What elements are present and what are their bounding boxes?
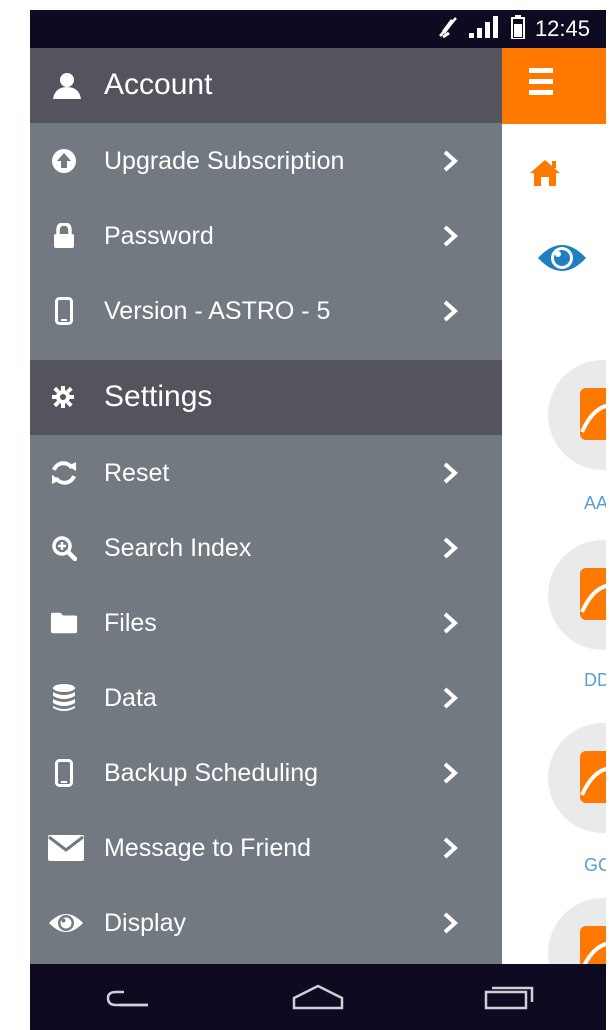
user-icon xyxy=(52,72,82,105)
section-title: Account xyxy=(104,68,213,101)
folder-icon xyxy=(50,609,78,637)
section-header-account: Account xyxy=(30,48,502,123)
menu-item-label: Files xyxy=(104,609,157,637)
menu-item-files[interactable]: Files xyxy=(30,585,502,660)
phone-screen: 12:45 AA DD GC Account Upgrade Subscript… xyxy=(30,10,606,1030)
battery-icon xyxy=(510,14,525,44)
menu-item-password[interactable]: Password xyxy=(30,198,502,273)
signal-icon xyxy=(468,15,501,43)
menu-item-label: Display xyxy=(104,909,186,937)
menu-item-upgrade-subscription[interactable]: Upgrade Subscription xyxy=(30,123,502,198)
screen-content: AA DD GC Account Upgrade Subscription Pa… xyxy=(30,48,606,1008)
menu-item-label: Reset xyxy=(104,459,170,487)
home-icon[interactable] xyxy=(528,158,562,193)
menu-item-message-to-friend[interactable]: Message to Friend xyxy=(30,810,502,885)
app-toolbar xyxy=(502,48,606,124)
menu-item-label: Password xyxy=(104,222,214,250)
status-time: 12:45 xyxy=(534,16,590,41)
chevron-right-icon xyxy=(442,462,458,489)
menu-item-label: Version - ASTRO - 5 xyxy=(104,297,331,325)
eye-icon xyxy=(48,909,84,937)
document-tile[interactable] xyxy=(548,540,606,650)
lock-icon xyxy=(50,222,78,250)
document-tile[interactable] xyxy=(548,723,606,833)
envelope-icon xyxy=(48,834,84,862)
back-icon[interactable] xyxy=(102,982,152,1017)
refresh-icon xyxy=(50,459,78,487)
menu-item-reset[interactable]: Reset xyxy=(30,435,502,510)
tile-label: DD xyxy=(584,670,606,690)
chevron-right-icon xyxy=(442,612,458,639)
menu-item-label: Backup Scheduling xyxy=(104,759,319,787)
tile-label: AA xyxy=(584,493,606,513)
menu-item-version[interactable]: Version - ASTRO - 5 xyxy=(30,273,502,348)
chevron-right-icon xyxy=(442,837,458,864)
upload-circle-icon xyxy=(50,147,78,175)
system-nav-bar xyxy=(30,964,606,1030)
hamburger-menu-icon[interactable] xyxy=(529,68,553,104)
gear-icon xyxy=(52,386,74,413)
phone-icon xyxy=(50,759,78,787)
section-header-settings: Settings xyxy=(30,360,502,435)
phone-icon xyxy=(50,297,78,325)
menu-item-search-index[interactable]: Search Index xyxy=(30,510,502,585)
chevron-right-icon xyxy=(442,687,458,714)
navigation-drawer: Account Upgrade Subscription Password Ve… xyxy=(30,48,502,964)
home-button-icon[interactable] xyxy=(290,982,346,1017)
menu-item-data[interactable]: Data xyxy=(30,660,502,735)
status-bar: 12:45 xyxy=(30,10,606,48)
menu-item-display[interactable]: Display xyxy=(30,885,502,960)
menu-item-label: Data xyxy=(104,684,157,712)
section-title: Settings xyxy=(104,380,213,413)
menu-item-label: Search Index xyxy=(104,534,252,562)
chevron-right-icon xyxy=(442,537,458,564)
recents-icon[interactable] xyxy=(482,982,538,1017)
chevron-right-icon xyxy=(442,150,458,177)
database-icon xyxy=(50,684,78,712)
zoom-in-icon xyxy=(50,534,78,562)
eye-icon[interactable] xyxy=(536,240,588,281)
document-tile[interactable] xyxy=(548,360,606,470)
menu-item-backup-scheduling[interactable]: Backup Scheduling xyxy=(30,735,502,810)
menu-item-label: Upgrade Subscription xyxy=(104,147,345,175)
tile-label: GC xyxy=(584,855,606,875)
menu-item-label: Message to Friend xyxy=(104,834,312,862)
chevron-right-icon xyxy=(442,912,458,939)
mute-icon xyxy=(437,15,459,44)
chevron-right-icon xyxy=(442,762,458,789)
chevron-right-icon xyxy=(442,300,458,327)
chevron-right-icon xyxy=(442,225,458,252)
